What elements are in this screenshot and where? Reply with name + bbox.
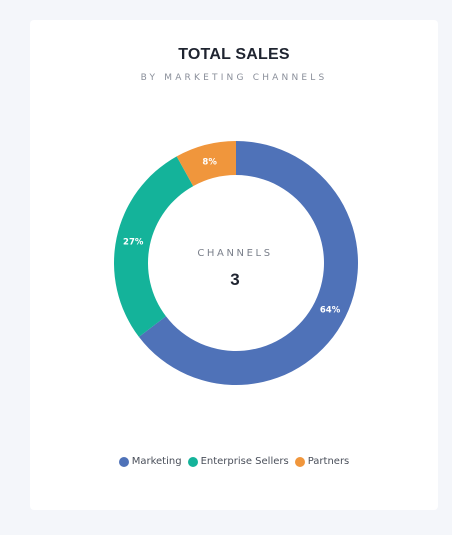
legend-label-enterprise-sellers: Enterprise Sellers <box>200 456 289 467</box>
legend-label-partners: Partners <box>307 456 350 467</box>
legend-item-marketing[interactable]: Marketing <box>118 456 182 467</box>
slice-label-enterprise-sellers: 27% <box>123 237 144 247</box>
legend-swatch-marketing <box>118 456 129 467</box>
chart-legend: Marketing Enterprise Sellers Partners <box>30 456 438 467</box>
chart-card: TOTAL SALES BY MARKETING CHANNELS 64% 27%… <box>30 20 438 510</box>
center-value: 3 <box>230 270 239 289</box>
legend-swatch-enterprise-sellers <box>187 456 198 467</box>
slice-label-partners: 8% <box>202 157 217 167</box>
legend-swatch-partners <box>294 456 305 467</box>
slice-label-marketing: 64% <box>320 306 341 316</box>
legend-label-marketing: Marketing <box>131 456 182 467</box>
legend-item-partners[interactable]: Partners <box>294 456 350 467</box>
donut-slices <box>114 141 358 386</box>
legend-item-enterprise-sellers[interactable]: Enterprise Sellers <box>187 456 289 467</box>
donut-chart: 64% 27% 8% CHANNELS 3 <box>114 141 358 386</box>
center-label: CHANNELS <box>197 248 272 259</box>
